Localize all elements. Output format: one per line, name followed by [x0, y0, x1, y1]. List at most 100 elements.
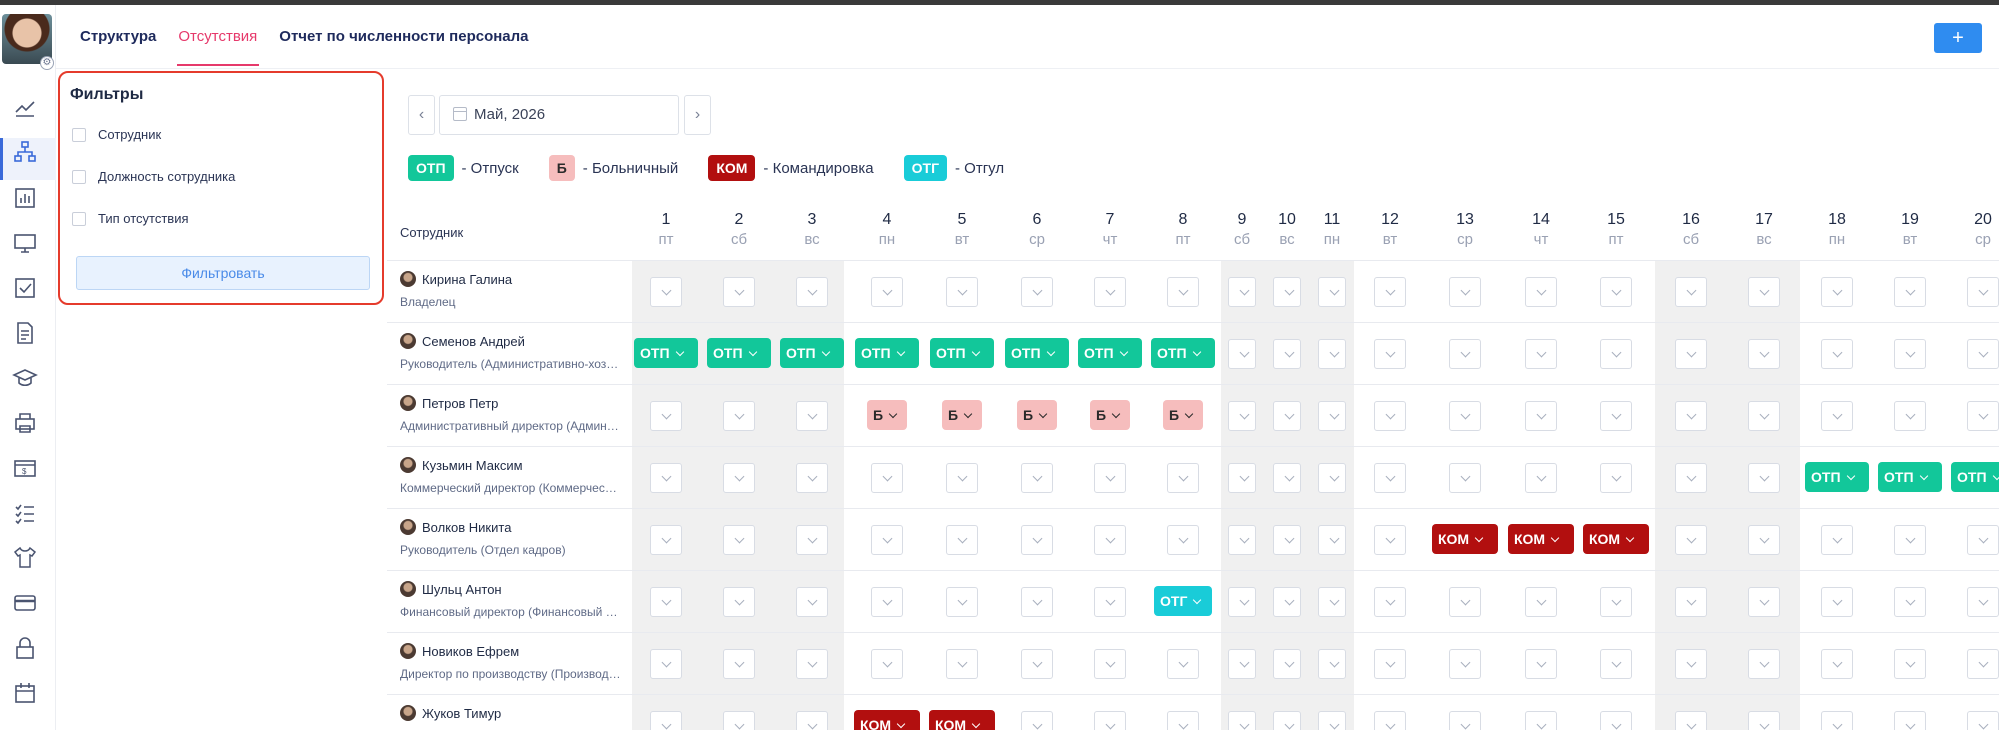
absence-select-empty[interactable] — [1273, 463, 1301, 493]
monitor-icon[interactable] — [12, 230, 38, 256]
absence-select-empty[interactable] — [1021, 649, 1053, 679]
absence-select-empty[interactable] — [1273, 649, 1301, 679]
employee-cell[interactable]: Кузьмин Максим Коммерческий директор (Ком… — [400, 457, 635, 495]
absence-select-empty[interactable] — [1021, 525, 1053, 555]
absence-select-empty[interactable] — [1821, 277, 1853, 307]
absence-select-empty[interactable] — [1525, 587, 1557, 617]
credit-card-icon[interactable] — [12, 590, 38, 616]
absence-select-empty[interactable] — [1318, 711, 1346, 730]
absence-select-empty[interactable] — [1374, 339, 1406, 369]
absence-select-empty[interactable] — [1318, 649, 1346, 679]
printer-icon[interactable] — [12, 410, 38, 436]
absence-select-empty[interactable] — [650, 587, 682, 617]
absence-select-empty[interactable] — [1525, 339, 1557, 369]
handshake-icon[interactable] — [12, 94, 38, 120]
absence-select-empty[interactable] — [1094, 711, 1126, 730]
absence-select-empty[interactable] — [1228, 463, 1256, 493]
absence-select-empty[interactable] — [796, 463, 828, 493]
absence-select-empty[interactable] — [1318, 525, 1346, 555]
absence-select-empty[interactable] — [1967, 277, 1999, 307]
filter-employee[interactable]: Сотрудник — [72, 127, 161, 142]
absence-select-empty[interactable] — [1748, 587, 1780, 617]
absence-select-empty[interactable] — [1374, 587, 1406, 617]
absence-select-empty[interactable] — [723, 649, 755, 679]
absence-badge-b[interactable]: Б — [1017, 400, 1057, 430]
absence-select-empty[interactable] — [1021, 587, 1053, 617]
absence-select-empty[interactable] — [1748, 339, 1780, 369]
absence-badge-kom[interactable]: КОМ — [929, 710, 995, 730]
absence-select-empty[interactable] — [1318, 277, 1346, 307]
absence-badge-b[interactable]: Б — [1090, 400, 1130, 430]
settings-gear-icon[interactable]: ⚙ — [40, 56, 54, 70]
absence-select-empty[interactable] — [946, 277, 978, 307]
absence-select-empty[interactable] — [1094, 463, 1126, 493]
absence-select-empty[interactable] — [1600, 277, 1632, 307]
absence-select-empty[interactable] — [1228, 401, 1256, 431]
absence-select-empty[interactable] — [1821, 649, 1853, 679]
absence-select-empty[interactable] — [1600, 587, 1632, 617]
absence-select-empty[interactable] — [1894, 711, 1926, 730]
absence-select-empty[interactable] — [1167, 277, 1199, 307]
absence-select-empty[interactable] — [1675, 525, 1707, 555]
filter-absence-type-checkbox[interactable] — [72, 211, 86, 226]
absence-select-empty[interactable] — [1449, 587, 1481, 617]
absence-select-empty[interactable] — [796, 401, 828, 431]
employee-cell[interactable]: Семенов Андрей Руководитель (Администрати… — [400, 333, 635, 371]
absence-select-empty[interactable] — [650, 711, 682, 730]
absence-select-empty[interactable] — [1228, 339, 1256, 369]
absence-select-empty[interactable] — [1449, 401, 1481, 431]
absence-select-empty[interactable] — [1894, 649, 1926, 679]
absence-select-empty[interactable] — [1167, 463, 1199, 493]
absence-select-empty[interactable] — [723, 587, 755, 617]
absence-select-empty[interactable] — [1894, 401, 1926, 431]
absence-badge-otp[interactable]: ОТП — [1805, 462, 1869, 492]
absence-select-empty[interactable] — [1894, 587, 1926, 617]
month-picker-input[interactable]: Май, 2026 — [439, 95, 679, 135]
absence-select-empty[interactable] — [871, 587, 903, 617]
filter-absence-type[interactable]: Тип отсутствия — [72, 211, 189, 226]
absence-badge-b[interactable]: Б — [1163, 400, 1203, 430]
employee-cell[interactable]: Петров Петр Административный директор (Ад… — [400, 395, 635, 433]
absence-select-empty[interactable] — [1967, 339, 1999, 369]
absence-select-empty[interactable] — [1894, 525, 1926, 555]
absence-badge-otp[interactable]: ОТП — [930, 338, 994, 368]
absence-select-empty[interactable] — [1821, 587, 1853, 617]
absence-badge-otp[interactable]: ОТП — [707, 338, 771, 368]
absence-select-empty[interactable] — [1748, 649, 1780, 679]
lock-icon[interactable] — [12, 635, 38, 661]
absence-select-empty[interactable] — [1449, 649, 1481, 679]
absence-select-empty[interactable] — [871, 525, 903, 555]
add-button[interactable]: + — [1934, 23, 1982, 53]
absence-select-empty[interactable] — [1094, 277, 1126, 307]
absence-select-empty[interactable] — [1374, 463, 1406, 493]
absence-select-empty[interactable] — [1318, 587, 1346, 617]
next-month-button[interactable]: › — [684, 95, 711, 135]
employee-cell[interactable]: Шульц Антон Финансовый директор (Финансов… — [400, 581, 635, 619]
absence-select-empty[interactable] — [1525, 463, 1557, 493]
absence-select-empty[interactable] — [1374, 401, 1406, 431]
absence-select-empty[interactable] — [1675, 463, 1707, 493]
absence-badge-otp[interactable]: ОТП — [780, 338, 844, 368]
tab-headcount-report[interactable]: Отчет по численности персонала — [279, 28, 528, 45]
absence-select-empty[interactable] — [1748, 711, 1780, 730]
absence-select-empty[interactable] — [723, 401, 755, 431]
filter-position-checkbox[interactable] — [72, 169, 86, 184]
absence-select-empty[interactable] — [1273, 401, 1301, 431]
absence-select-empty[interactable] — [1967, 401, 1999, 431]
absence-select-empty[interactable] — [1675, 587, 1707, 617]
absence-select-empty[interactable] — [1318, 463, 1346, 493]
employee-cell[interactable]: Волков Никита Руководитель (Отдел кадров) — [400, 519, 635, 557]
absence-badge-kom[interactable]: КОМ — [1583, 524, 1649, 554]
absence-select-empty[interactable] — [1021, 711, 1053, 730]
absence-badge-otp[interactable]: ОТП — [634, 338, 698, 368]
absence-select-empty[interactable] — [946, 525, 978, 555]
absence-select-empty[interactable] — [650, 525, 682, 555]
absence-select-empty[interactable] — [1374, 711, 1406, 730]
absence-select-empty[interactable] — [1318, 339, 1346, 369]
absence-select-empty[interactable] — [1525, 401, 1557, 431]
absence-badge-b[interactable]: Б — [867, 400, 907, 430]
absence-select-empty[interactable] — [723, 277, 755, 307]
absence-select-empty[interactable] — [1094, 525, 1126, 555]
absence-select-empty[interactable] — [650, 649, 682, 679]
absence-select-empty[interactable] — [1525, 277, 1557, 307]
